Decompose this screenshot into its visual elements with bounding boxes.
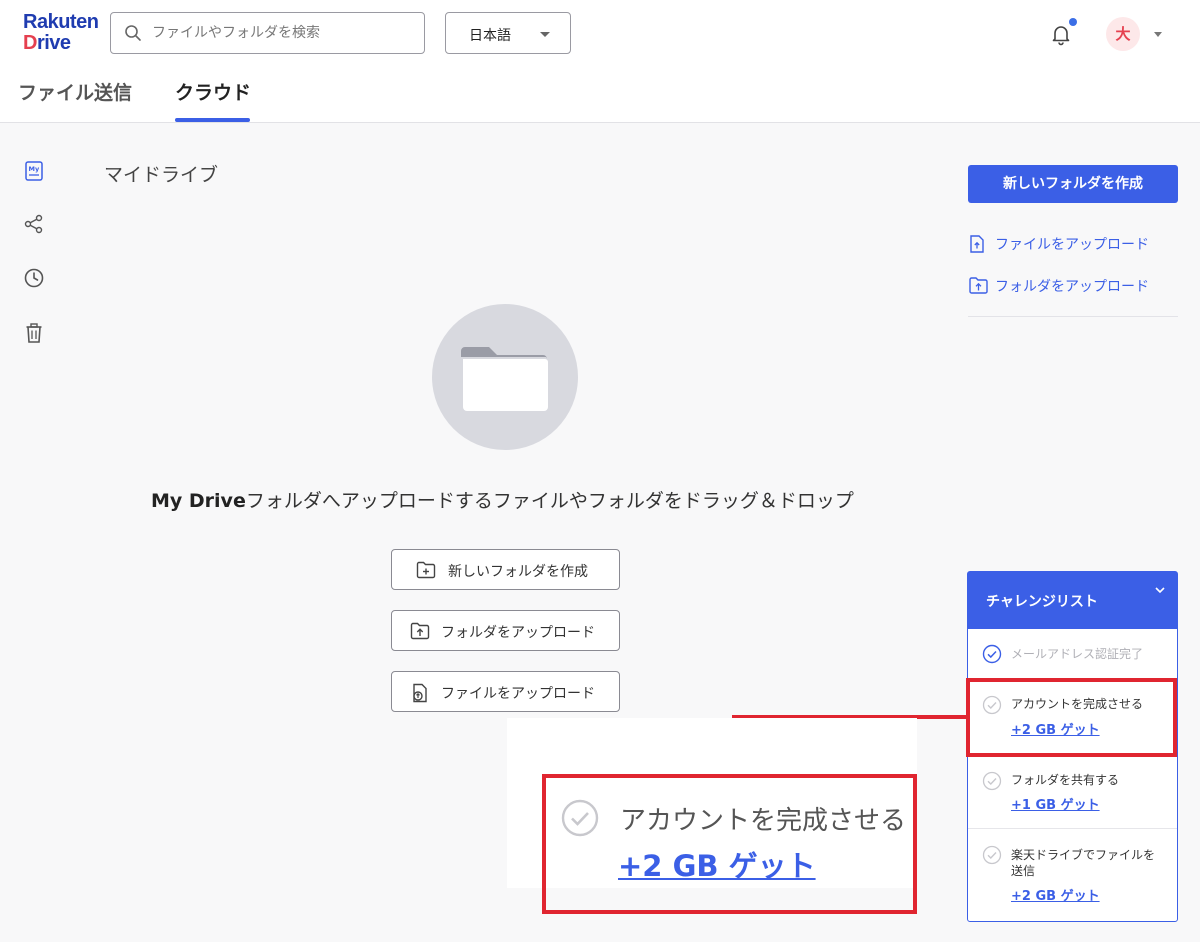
challenge-item-label-line2: 送信 (1011, 864, 1036, 878)
create-folder-label: 新しいフォルダを作成 (448, 564, 588, 580)
challenge-item-label: メールアドレス認証完了 (1011, 647, 1144, 661)
avatar[interactable]: 大 (1106, 17, 1140, 51)
chevron-down-icon[interactable] (1154, 585, 1166, 595)
new-folder-button[interactable]: 新しいフォルダを作成 (968, 165, 1178, 203)
bell-icon (1049, 22, 1073, 46)
folder-plus-icon (416, 561, 436, 579)
divider (968, 316, 1178, 317)
upload-folder-label: フォルダをアップロード (441, 625, 595, 641)
challenge-item-share-folder[interactable]: フォルダを共有する +1 GB ゲット (968, 755, 1177, 828)
empty-state-message: My Driveフォルダへアップロードするファイルやフォルダをドラッグ＆ドロップ (151, 486, 854, 513)
search-box (110, 12, 425, 54)
folder-upload-icon (969, 277, 988, 294)
share-icon[interactable] (23, 213, 45, 235)
challenge-item-label-line1: 楽天ドライブでファイルを (1011, 848, 1156, 862)
notification-dot (1069, 18, 1077, 26)
empty-state-rest: フォルダへアップロードするファイルやフォルダをドラッグ＆ドロップ (245, 490, 854, 512)
logo-rive: rive (36, 32, 71, 54)
rakuten-drive-logo[interactable]: Rakuten Drive (23, 11, 99, 54)
folder-icon (459, 343, 551, 413)
account-menu-chevron-icon[interactable] (1154, 32, 1162, 37)
challenge-reward-link[interactable]: +1 GB ゲット (1011, 794, 1100, 813)
upload-file-link-label: ファイルをアップロード (995, 237, 1149, 253)
check-circle-icon (982, 644, 1002, 664)
check-circle-icon (982, 771, 1002, 791)
challenge-item-send-file[interactable]: 楽天ドライブでファイルを 送信 +2 GB ゲット (968, 828, 1177, 921)
file-upload-icon (969, 235, 985, 253)
tab-cloud[interactable]: クラウド (175, 78, 251, 105)
language-select[interactable]: 日本語 (445, 12, 571, 54)
top-header: Rakuten Drive 日本語 大 ファイル送信 クラウド (0, 0, 1200, 123)
upload-file-label: ファイルをアップロード (441, 686, 595, 702)
trash-icon[interactable] (23, 322, 45, 344)
empty-state-bold: My Drive (151, 490, 246, 512)
clock-icon[interactable] (23, 267, 45, 289)
my-drive-icon[interactable]: My (23, 160, 45, 182)
challenge-list-title: チャレンジリスト (986, 594, 1098, 610)
upload-folder-link-label: フォルダをアップロード (995, 279, 1149, 295)
highlight-box-item (966, 678, 1177, 757)
file-upload-icon (410, 683, 430, 703)
language-value: 日本語 (469, 28, 511, 44)
notification-bell[interactable] (1049, 18, 1077, 46)
challenge-item-label: フォルダを共有する (1011, 773, 1120, 787)
search-icon (124, 24, 142, 42)
page-title: マイドライブ (104, 164, 219, 186)
challenge-list-header[interactable]: チャレンジリスト (968, 572, 1177, 629)
upload-folder-button[interactable]: フォルダをアップロード (391, 610, 620, 651)
chevron-down-icon (540, 32, 550, 37)
check-circle-icon (982, 845, 1002, 865)
logo-line1: Rakuten (23, 11, 99, 33)
search-input[interactable] (152, 21, 412, 45)
challenge-reward-link[interactable]: +2 GB ゲット (1011, 885, 1100, 904)
create-folder-button[interactable]: 新しいフォルダを作成 (391, 549, 620, 590)
folder-upload-icon (410, 622, 430, 640)
highlight-box-zoom (542, 774, 917, 914)
tab-file-send[interactable]: ファイル送信 (18, 78, 132, 105)
svg-text:My: My (29, 165, 40, 173)
upload-file-button[interactable]: ファイルをアップロード (391, 671, 620, 712)
active-tab-indicator (175, 118, 250, 122)
logo-d: D (23, 32, 37, 54)
challenge-item-email[interactable]: メールアドレス認証完了 (968, 629, 1177, 679)
